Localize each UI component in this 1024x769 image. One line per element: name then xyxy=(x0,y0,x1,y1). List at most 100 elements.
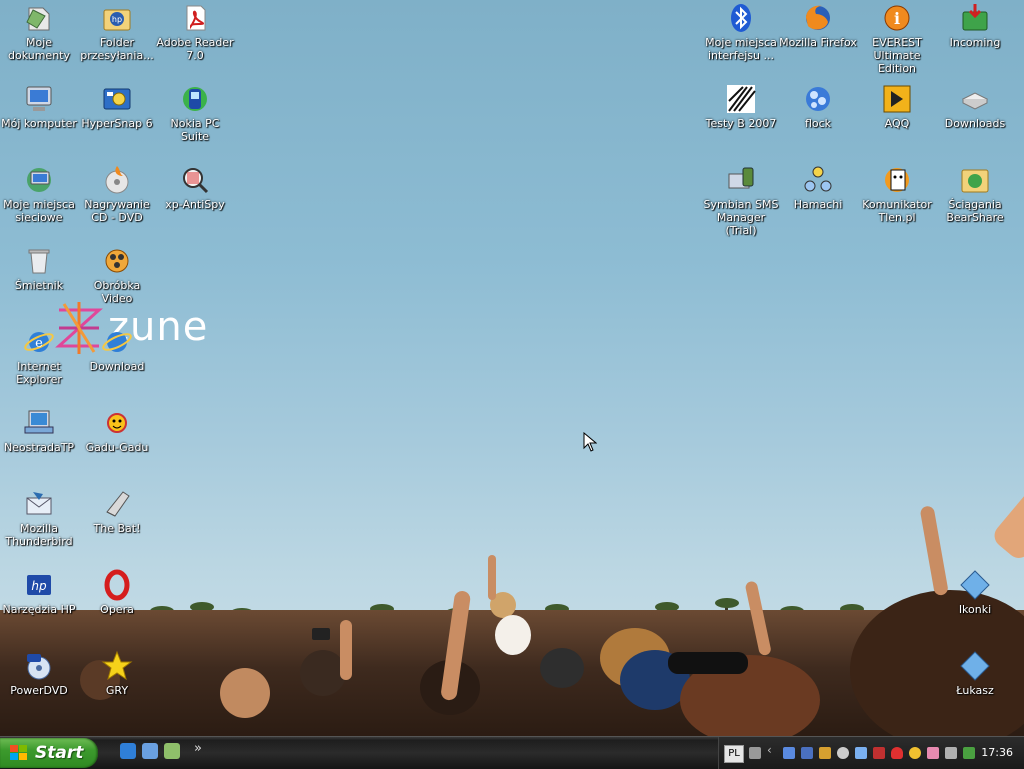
windows-flag-icon xyxy=(10,745,28,761)
network-places-icon xyxy=(23,164,55,196)
quick-launch-app-icon[interactable] xyxy=(164,743,180,759)
desktop-icon-adobe-reader[interactable]: Adobe Reader 7.0 xyxy=(156,2,234,62)
desktop-icon-gadu-gadu[interactable]: Gadu-Gadu xyxy=(78,407,156,454)
bearshare-icon xyxy=(959,164,991,196)
neostrada-icon xyxy=(23,407,55,439)
desktop-icon-thunderbird[interactable]: Mozilla Thunderbird xyxy=(0,488,78,548)
adobe-reader-icon xyxy=(179,2,211,34)
desktop-icon-bluetooth-places[interactable]: Moje miejsca interfejsu ... xyxy=(702,2,780,62)
desktop-icon-aqq[interactable]: AQQ xyxy=(858,83,936,130)
desktop-icon-firefox[interactable]: Mozilla Firefox xyxy=(779,2,857,49)
tray-network-icon[interactable] xyxy=(783,747,795,759)
aqq-icon xyxy=(881,83,913,115)
svg-text:hp: hp xyxy=(31,579,47,593)
opera-icon xyxy=(101,569,133,601)
language-indicator[interactable]: PL xyxy=(724,745,744,763)
camera-shape xyxy=(312,628,330,640)
desktop-icon-tlen[interactable]: Komunikator Tlen.pl xyxy=(858,164,936,224)
download-icon xyxy=(101,326,133,358)
svg-text:e: e xyxy=(35,336,43,351)
symbian-sms-icon xyxy=(725,164,757,196)
desktop-icon-testy-b[interactable]: Testy B 2007 xyxy=(702,83,780,130)
mouse-cursor-icon xyxy=(583,431,598,456)
svg-text:i: i xyxy=(894,9,900,28)
folder-shortcut-icon xyxy=(959,650,991,682)
quick-launch-desktop-icon[interactable] xyxy=(142,743,158,759)
desktop-icon-nokia-pc-suite[interactable]: Nokia PC Suite xyxy=(156,83,234,143)
tray-antivirus-icon[interactable] xyxy=(873,747,885,759)
my-computer-icon xyxy=(23,83,55,115)
svg-text:hp: hp xyxy=(112,15,122,24)
desktop-icon-everest[interactable]: i EVEREST Ultimate Edition xyxy=(858,2,936,75)
tray-folder-icon[interactable] xyxy=(819,747,831,759)
hp-tools-icon: hp xyxy=(23,569,55,601)
tray-shield-icon[interactable] xyxy=(891,747,903,759)
tray-status-icon[interactable] xyxy=(909,747,921,759)
xp-antispy-icon xyxy=(179,164,211,196)
desktop-icon-download[interactable]: Download xyxy=(78,326,156,373)
start-button[interactable]: Start xyxy=(0,738,98,768)
clock[interactable]: 17:36 xyxy=(981,746,1013,759)
desktop-icon-lukasz[interactable]: Łukasz xyxy=(936,650,1014,697)
desktop-icon-the-bat[interactable]: The Bat! xyxy=(78,488,156,535)
desktop-icon-downloads[interactable]: Downloads xyxy=(936,83,1014,130)
internet-explorer-icon: e xyxy=(23,326,55,358)
quick-launch-ie-icon[interactable] xyxy=(120,743,136,759)
desktop-icon-neostrada[interactable]: NeostradaTP xyxy=(0,407,78,454)
quick-launch-more-button[interactable]: » xyxy=(194,741,202,756)
desktop-icon-hp-tools[interactable]: hp Narzędzia HP xyxy=(0,569,78,616)
tray-settings-icon[interactable] xyxy=(837,747,849,759)
desktop-icon-games[interactable]: GRY xyxy=(78,650,156,697)
the-bat-icon xyxy=(101,488,133,520)
desktop[interactable]: zune Moje dokumenty hp Folder przesyłani… xyxy=(0,0,1024,736)
tray-app-icon[interactable] xyxy=(801,747,813,759)
tray-update-icon[interactable] xyxy=(963,747,975,759)
tray-monitor-icon[interactable] xyxy=(855,747,867,759)
video-editing-icon xyxy=(101,245,133,277)
desktop-icon-symbian-sms[interactable]: Symbian SMS Manager (Trial) xyxy=(702,164,780,237)
desktop-icon-ikonki[interactable]: Ikonki xyxy=(936,569,1014,616)
flock-icon xyxy=(802,83,834,115)
tray-volume-icon[interactable] xyxy=(945,747,957,759)
thunderbird-icon xyxy=(23,488,55,520)
incoming-folder-icon xyxy=(959,2,991,34)
desktop-icon-hamachi[interactable]: Hamachi xyxy=(779,164,857,211)
desktop-icon-network-places[interactable]: Moje miejsca sieciowe xyxy=(0,164,78,224)
hp-folder-icon: hp xyxy=(101,2,133,34)
desktop-icon-cd-burning[interactable]: Nagrywanie CD - DVD xyxy=(78,164,156,224)
desktop-icon-hp-folder[interactable]: hp Folder przesyłania... xyxy=(78,2,156,62)
gadu-gadu-icon xyxy=(101,407,133,439)
my-documents-icon xyxy=(23,2,55,34)
desktop-icon-xp-antispy[interactable]: xp-AntiSpy xyxy=(156,164,234,211)
raised-arm xyxy=(340,620,352,680)
nokia-pc-suite-icon xyxy=(179,83,211,115)
bluetooth-icon xyxy=(725,2,757,34)
crowd-head xyxy=(220,668,270,718)
desktop-icon-incoming[interactable]: Incoming xyxy=(936,2,1014,49)
desktop-icon-my-computer[interactable]: Mój komputer xyxy=(0,83,78,130)
folder-shortcut-icon xyxy=(959,569,991,601)
cd-burning-icon xyxy=(101,164,133,196)
everest-icon: i xyxy=(881,2,913,34)
desktop-icon-video-editing[interactable]: Obróbka Video xyxy=(78,245,156,305)
downloads-drive-icon xyxy=(959,83,991,115)
hypersnap-icon xyxy=(101,83,133,115)
tray-messenger-icon[interactable] xyxy=(927,747,939,759)
desktop-icon-hypersnap[interactable]: HyperSnap 6 xyxy=(78,83,156,130)
tray-expand-icon[interactable]: ‹ xyxy=(767,743,779,757)
desktop-icon-powerdvd[interactable]: PowerDVD xyxy=(0,650,78,697)
powerdvd-icon xyxy=(23,650,55,682)
desktop-icon-opera[interactable]: Opera xyxy=(78,569,156,616)
desktop-icon-my-documents[interactable]: Moje dokumenty xyxy=(0,2,78,62)
start-label: Start xyxy=(35,743,84,763)
desktop-icon-recycle-bin[interactable]: Śmietnik xyxy=(0,245,78,292)
desktop-icon-flock[interactable]: flock xyxy=(779,83,857,130)
games-star-icon xyxy=(101,650,133,682)
desktop-icon-bearshare[interactable]: Ściągania BearShare xyxy=(936,164,1014,224)
desktop-icon-internet-explorer[interactable]: e Internet Explorer xyxy=(0,326,78,386)
recycle-bin-icon xyxy=(23,245,55,277)
tray-keyboard-icon[interactable] xyxy=(749,747,761,759)
sunglasses-shape xyxy=(668,652,748,674)
raised-arm xyxy=(488,555,496,600)
tlen-icon xyxy=(881,164,913,196)
